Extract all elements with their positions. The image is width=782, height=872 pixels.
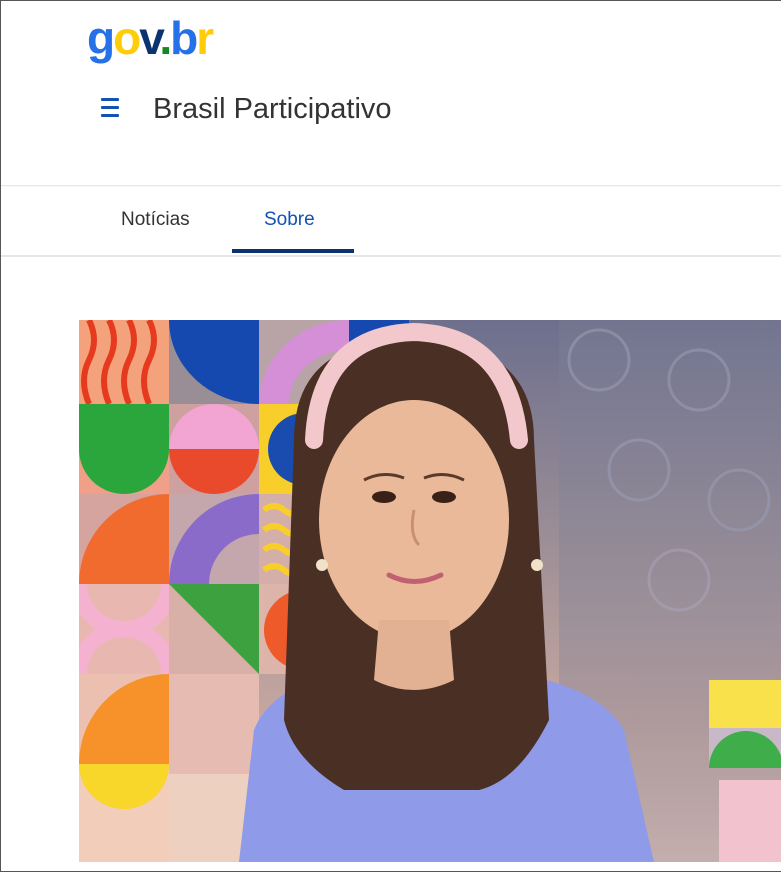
menu-line	[101, 98, 119, 101]
logo-letter-o: o	[113, 12, 141, 64]
hamburger-menu-icon[interactable]	[97, 93, 123, 123]
active-tab-indicator	[232, 249, 354, 253]
earring-shape	[316, 559, 328, 571]
logo-dot: .	[159, 12, 172, 64]
logo-letter-r: r	[196, 12, 214, 64]
tab-noticias[interactable]: Notícias	[121, 209, 190, 231]
eye-shape	[372, 491, 396, 503]
tab-sobre[interactable]: Sobre	[264, 209, 315, 231]
hero-illustration	[79, 320, 781, 862]
hero-banner	[79, 320, 781, 862]
earring-shape	[531, 559, 543, 571]
nav-tabs: Notícias Sobre	[1, 187, 781, 257]
govbr-logo[interactable]: gov.br	[87, 12, 214, 64]
neck-shape	[374, 620, 454, 690]
pattern-tile	[169, 674, 259, 774]
page-frame: gov.br Brasil Participativo Notícias Sob…	[0, 0, 781, 872]
eye-shape	[432, 491, 456, 503]
pattern-tile	[719, 780, 781, 862]
logo-letter-g: g	[87, 12, 115, 64]
site-header: gov.br Brasil Participativo	[1, 1, 781, 186]
logo-letter-b: b	[170, 12, 198, 64]
half-circle-shape	[79, 404, 169, 494]
logo-letter-v: v	[139, 12, 161, 64]
menu-line	[101, 106, 119, 109]
menu-line	[101, 114, 119, 117]
site-title: Brasil Participativo	[153, 93, 392, 125]
